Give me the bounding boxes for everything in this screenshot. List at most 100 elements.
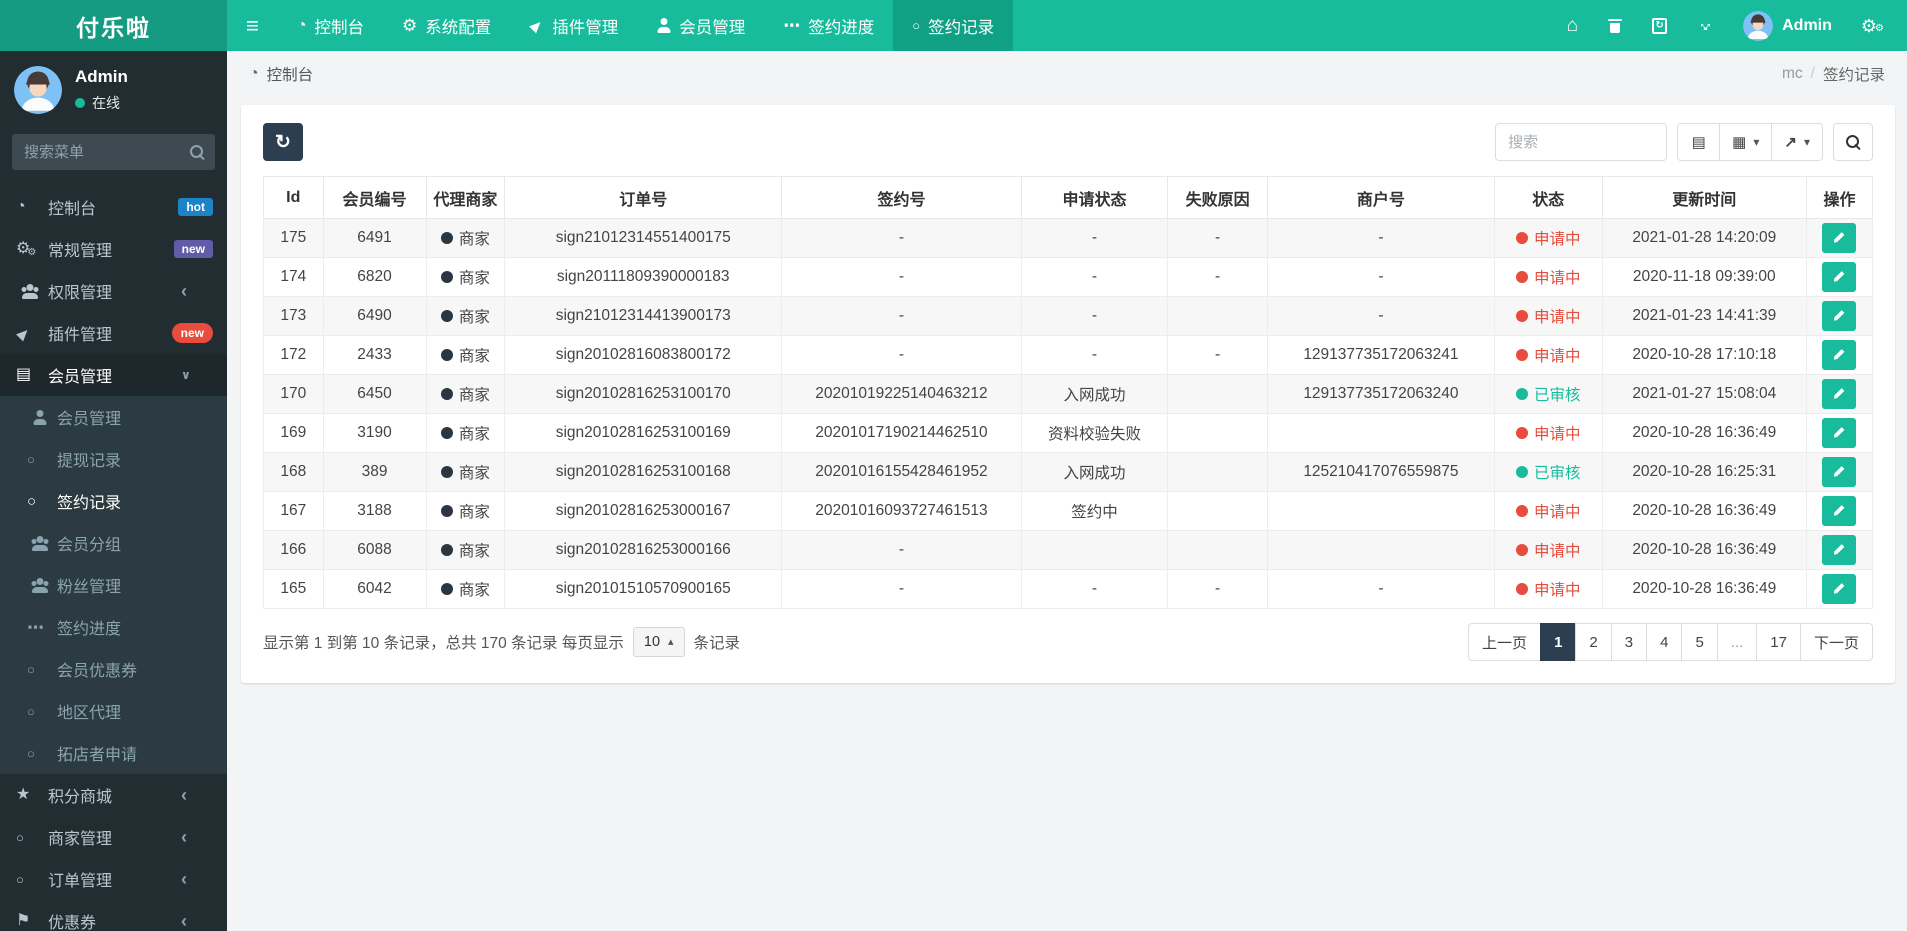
online-dot-icon [75, 98, 85, 108]
cell-status: 申请中 [1493, 335, 1603, 375]
sidebar-item-sign-records[interactable]: 签约记录 [0, 480, 227, 522]
toolbar-right [1495, 123, 1873, 161]
table-search-input[interactable] [1495, 123, 1668, 161]
cell-merchant: 129137735172063241 [1266, 335, 1495, 375]
sidebar-item-member-management-sub[interactable]: 会员管理 [0, 396, 227, 438]
cell-updated: 2020-10-28 16:25:31 [1601, 452, 1807, 492]
sidebar-item-region-agent[interactable]: 地区代理 [0, 690, 227, 732]
sidebar-item-member-coupons[interactable]: 会员优惠券 [0, 648, 227, 690]
circle-o-icon [16, 831, 43, 844]
nav-item-dashboard[interactable]: 控制台 [278, 0, 383, 51]
pagination-page-4[interactable]: 4 [1646, 623, 1683, 661]
cell-fail [1167, 530, 1268, 570]
pagination-page-5[interactable]: 5 [1681, 623, 1718, 661]
table-header-row: Id 会员编号 代理商家 订单号 签约号 申请状态 失败原因 商户号 状态 更新时间 操作 [263, 176, 1874, 219]
edit-button[interactable] [1822, 496, 1857, 526]
cell-member: 389 [322, 452, 427, 492]
sidebar-item-fans-management[interactable]: 粉丝管理 [0, 564, 227, 606]
trash-button[interactable] [1593, 0, 1637, 51]
edit-button[interactable] [1822, 262, 1857, 292]
breadcrumb-parent[interactable]: mc [1782, 65, 1803, 83]
sidebar-item-points-mall[interactable]: 积分商城 [0, 774, 227, 816]
edit-button[interactable] [1822, 535, 1857, 565]
nav-item-plugin-management[interactable]: 插件管理 [510, 0, 637, 51]
agent-dot-icon [440, 466, 453, 478]
refresh-button[interactable] [263, 123, 303, 161]
cell-apply: 入网成功 [1020, 452, 1169, 492]
cache-refresh-button[interactable] [1637, 0, 1682, 51]
status-badge: 申请中 [1515, 266, 1580, 288]
columns-button[interactable] [1719, 123, 1773, 161]
settings-button[interactable] [1846, 0, 1899, 51]
cell-member: 6491 [322, 218, 427, 258]
menu-icon [246, 15, 259, 37]
pagination-prev[interactable]: 上一页 [1468, 623, 1542, 661]
cell-status: 已审核 [1493, 374, 1603, 414]
chevron-left-icon [181, 870, 208, 888]
edit-button[interactable] [1822, 301, 1857, 331]
edit-button[interactable] [1822, 340, 1857, 370]
nav-item-system-config[interactable]: 系统配置 [383, 0, 510, 51]
gear-icon [402, 17, 417, 34]
sidebar-item-member-groups[interactable]: 会员分组 [0, 522, 227, 564]
view-button-group [1677, 123, 1823, 161]
breadcrumb-current: 签约记录 [1822, 67, 1885, 84]
user-icon [656, 18, 671, 33]
pagination-page-1[interactable]: 1 [1540, 623, 1577, 661]
sidebar-item-permission-management[interactable]: 权限管理 [0, 270, 227, 312]
cell-apply: 资料校验失败 [1020, 413, 1169, 453]
nav-item-sign-records[interactable]: 签约记录 [893, 0, 1014, 51]
sidebar-item-member-management[interactable]: 会员管理 [0, 354, 227, 396]
breadcrumb-left[interactable]: 控制台 [249, 63, 314, 85]
nav-item-sign-progress[interactable]: 签约进度 [764, 0, 893, 51]
search-button[interactable] [1833, 123, 1873, 161]
cell-updated: 2021-01-27 15:08:04 [1601, 374, 1807, 414]
admin-menu[interactable]: Admin [1729, 10, 1846, 41]
edit-button[interactable] [1822, 223, 1857, 253]
sidebar-item-plugin-management[interactable]: 插件管理 new [0, 312, 227, 354]
sidebar-item-withdraw-records[interactable]: 提现记录 [0, 438, 227, 480]
cell-agent: 商家 [425, 413, 506, 453]
nav-item-menu-toggle[interactable] [227, 0, 278, 51]
pagination-page-3[interactable]: 3 [1610, 623, 1648, 661]
page-size-dropdown[interactable]: 10 [632, 627, 685, 657]
home-button[interactable] [1552, 0, 1593, 51]
agent-dot-icon [440, 505, 453, 517]
brand-logo[interactable]: 付乐啦 [0, 0, 227, 51]
cell-apply: - [1020, 296, 1169, 336]
pagination-next[interactable]: 下一页 [1799, 623, 1873, 661]
pagination-page-2[interactable]: 2 [1575, 623, 1612, 661]
edit-button[interactable] [1822, 379, 1857, 409]
detail-view-button[interactable] [1677, 123, 1721, 161]
status-badge: 申请中 [1515, 305, 1580, 327]
cell-order: sign21012314551400175 [504, 218, 783, 258]
status-badge: 申请中 [1515, 500, 1580, 522]
cell-updated: 2020-10-28 17:10:18 [1601, 335, 1807, 375]
sidebar-item-coupons[interactable]: 优惠券 [0, 900, 227, 931]
status-dot-icon [1515, 349, 1528, 361]
sidebar-item-merchant-management[interactable]: 商家管理 [0, 816, 227, 858]
status-badge: 已审核 [1515, 461, 1580, 483]
sidebar-search-input[interactable] [12, 134, 215, 170]
search-icon[interactable] [189, 144, 205, 160]
nav-item-member-management[interactable]: 会员管理 [637, 0, 764, 51]
edit-button[interactable] [1822, 457, 1857, 487]
fullscreen-button[interactable] [1682, 0, 1729, 51]
cell-status: 申请中 [1493, 257, 1603, 297]
sidebar-item-order-management[interactable]: 订单管理 [0, 858, 227, 900]
sidebar-item-dashboard[interactable]: 控制台hot [0, 186, 227, 228]
table-row: 169 3190 商家 sign20102816253100169 2020101719… [263, 413, 1874, 453]
sidebar-user-panel: Admin 在线 [0, 51, 227, 126]
export-button[interactable] [1771, 123, 1823, 161]
edit-button[interactable] [1822, 574, 1857, 604]
sidebar-item-sign-progress[interactable]: 签约进度 [0, 606, 227, 648]
sidebar-item-store-applicant[interactable]: 拓店者申请 [0, 732, 227, 774]
status-badge: 申请中 [1515, 344, 1580, 366]
cell-member: 2433 [322, 335, 427, 375]
agent-dot-icon [440, 271, 453, 283]
chevron-left-icon [181, 828, 208, 846]
records-table: Id 会员编号 代理商家 订单号 签约号 申请状态 失败原因 商户号 状态 更新时间 操作 175 6… [263, 176, 1874, 609]
pagination-page-17[interactable]: 17 [1756, 623, 1801, 661]
sidebar-item-general-management[interactable]: 常规管理new [0, 228, 227, 270]
edit-button[interactable] [1822, 418, 1857, 448]
